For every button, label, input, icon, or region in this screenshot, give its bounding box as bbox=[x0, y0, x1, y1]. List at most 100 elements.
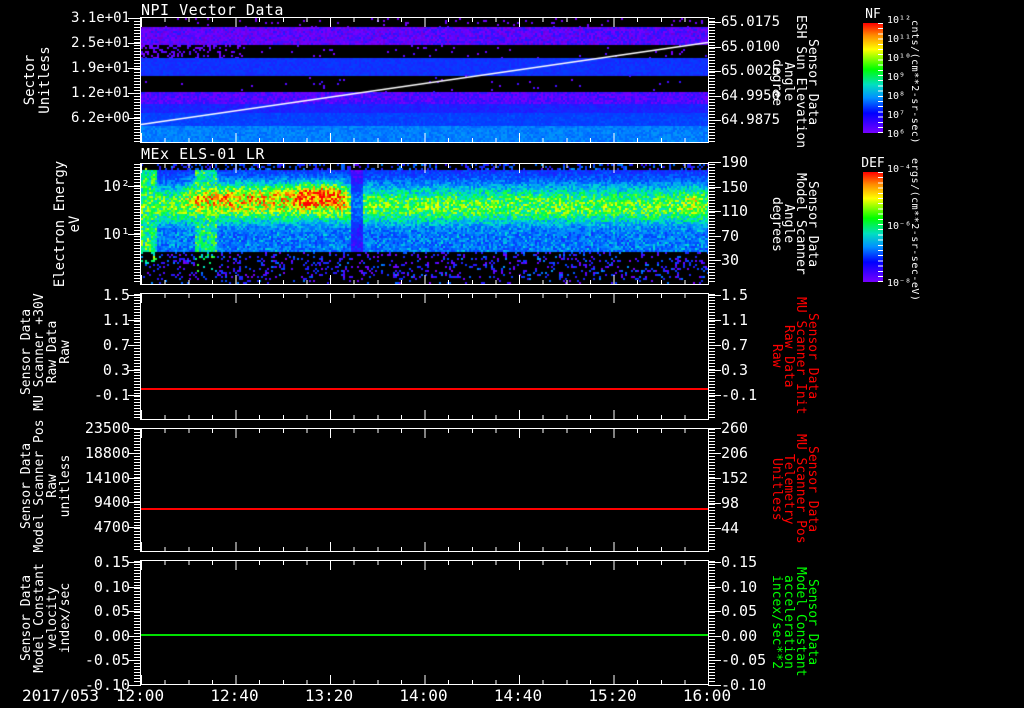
tick-label: 10² bbox=[102, 177, 130, 195]
major-tick bbox=[128, 395, 141, 396]
tick-label: 14100 bbox=[84, 468, 130, 487]
tick-label: 23500 bbox=[84, 419, 130, 437]
tick-label: 0.00 bbox=[93, 626, 130, 645]
major-tick bbox=[128, 43, 141, 44]
major-tick bbox=[128, 527, 141, 528]
colorbar-nf-units: cnts/(cm**2-sr-sec) bbox=[909, 20, 920, 144]
els-spectrogram-canvas bbox=[141, 164, 708, 284]
major-tick bbox=[708, 320, 721, 321]
tick-label: 0.3 bbox=[102, 361, 130, 379]
tick-label: 0.15 bbox=[93, 553, 130, 571]
x-tick-label: 14:40 bbox=[493, 686, 543, 705]
major-tick bbox=[128, 345, 141, 346]
axis-ticks bbox=[141, 294, 709, 298]
colorbar-def bbox=[863, 172, 883, 282]
panel2-right-major-ticks bbox=[708, 162, 721, 261]
major-tick bbox=[128, 660, 141, 662]
panel1-right-major-ticks bbox=[708, 22, 721, 121]
axis-ticks bbox=[141, 164, 709, 168]
major-tick bbox=[128, 562, 141, 563]
panel4-plot bbox=[134, 428, 715, 552]
major-tick bbox=[708, 370, 721, 371]
major-tick bbox=[708, 162, 721, 163]
axis-ticks bbox=[141, 561, 709, 565]
panel5-left-tick-labels: 0.15 0.10 0.05 0.00 -0.05 -0.10 bbox=[30, 553, 130, 694]
major-tick bbox=[708, 635, 721, 637]
major-tick bbox=[128, 18, 141, 19]
major-tick bbox=[708, 586, 721, 588]
major-tick bbox=[128, 320, 141, 321]
tick-label: 0.7 bbox=[102, 336, 130, 354]
major-tick bbox=[708, 453, 721, 454]
major-tick bbox=[708, 186, 721, 188]
major-tick bbox=[708, 660, 721, 662]
major-tick bbox=[708, 478, 721, 479]
tick-label: 0.05 bbox=[93, 602, 130, 621]
tick-label: 18800 bbox=[84, 443, 130, 462]
colorbar-ticks bbox=[878, 172, 883, 282]
major-tick bbox=[708, 295, 721, 296]
panel5-plot bbox=[134, 560, 715, 685]
tick-label: 1.9e+01 bbox=[70, 60, 130, 76]
major-tick bbox=[708, 395, 721, 396]
mu-scanner-30v-line bbox=[141, 388, 708, 390]
model-constant-velocity-line bbox=[141, 634, 708, 636]
axis-ticks bbox=[141, 18, 709, 22]
panel1-left-tick-labels: 3.1e+01 2.5e+01 1.9e+01 1.2e+01 6.2e+00 bbox=[30, 9, 130, 127]
panel4-left-major-ticks bbox=[128, 428, 141, 528]
major-tick bbox=[128, 186, 141, 187]
major-tick bbox=[708, 46, 721, 48]
x-tick-label: 13:20 bbox=[304, 686, 354, 705]
major-tick bbox=[708, 260, 721, 261]
panel3-right-major-ticks bbox=[708, 295, 721, 396]
axis-ticks bbox=[141, 429, 709, 433]
x-tick-label: 12:40 bbox=[210, 686, 259, 705]
major-tick bbox=[128, 586, 141, 588]
axis-ticks bbox=[141, 280, 709, 284]
major-tick bbox=[128, 611, 141, 613]
major-tick bbox=[128, 118, 141, 119]
axis-ticks bbox=[141, 138, 709, 142]
panel2-title: MEx ELS-01 LR bbox=[141, 145, 265, 163]
major-tick bbox=[128, 428, 141, 429]
tick-label: 1.5 bbox=[102, 286, 130, 304]
panel5-left-major-ticks bbox=[128, 562, 141, 686]
panel1-left-major-ticks bbox=[128, 18, 141, 119]
major-tick bbox=[128, 502, 141, 504]
tick-label: 1.2e+01 bbox=[70, 85, 130, 101]
major-tick bbox=[708, 71, 721, 72]
major-tick bbox=[128, 93, 141, 94]
colorbar-ticks bbox=[878, 23, 883, 133]
x-tick-label: 16:00 bbox=[682, 686, 732, 705]
panel3-left-major-ticks bbox=[128, 295, 141, 396]
tick-label: 2.5e+01 bbox=[70, 35, 130, 51]
tick-label: -0.05 bbox=[84, 651, 130, 670]
major-tick bbox=[708, 95, 721, 97]
x-axis-tick-labels: 12:00 12:40 13:20 14:00 14:40 15:20 16:00 bbox=[107, 686, 740, 705]
tick-label: 6.2e+00 bbox=[70, 110, 130, 126]
tick-label: 10¹ bbox=[102, 225, 130, 243]
major-tick bbox=[708, 235, 721, 237]
major-tick bbox=[128, 635, 141, 637]
major-tick bbox=[128, 452, 141, 454]
major-tick bbox=[708, 120, 721, 121]
tick-label: 0.10 bbox=[93, 577, 130, 596]
x-tick-label: 12:00 bbox=[115, 686, 165, 705]
date-label: 2017/053 bbox=[22, 686, 100, 705]
panel1-plot bbox=[134, 17, 715, 143]
major-tick bbox=[708, 528, 721, 529]
figure: NPI Vector Data Sector Unitless 3.1e+01 2… bbox=[0, 0, 1024, 708]
major-tick bbox=[708, 503, 721, 504]
colorbar-nf-label: NF bbox=[865, 7, 881, 22]
x-tick-label: 14:00 bbox=[399, 686, 448, 705]
axis-ticks bbox=[141, 547, 709, 551]
major-tick bbox=[708, 22, 721, 23]
npi-spectrogram-canvas bbox=[141, 18, 708, 142]
panel3-plot bbox=[134, 293, 715, 420]
major-tick bbox=[708, 428, 721, 429]
colorbar-def-units: ergs/(cm**2-sr-sec-eV) bbox=[909, 158, 920, 302]
major-tick bbox=[128, 477, 141, 479]
axis-ticks bbox=[141, 680, 709, 684]
model-scanner-pos-line bbox=[141, 508, 708, 510]
major-tick bbox=[128, 68, 141, 69]
